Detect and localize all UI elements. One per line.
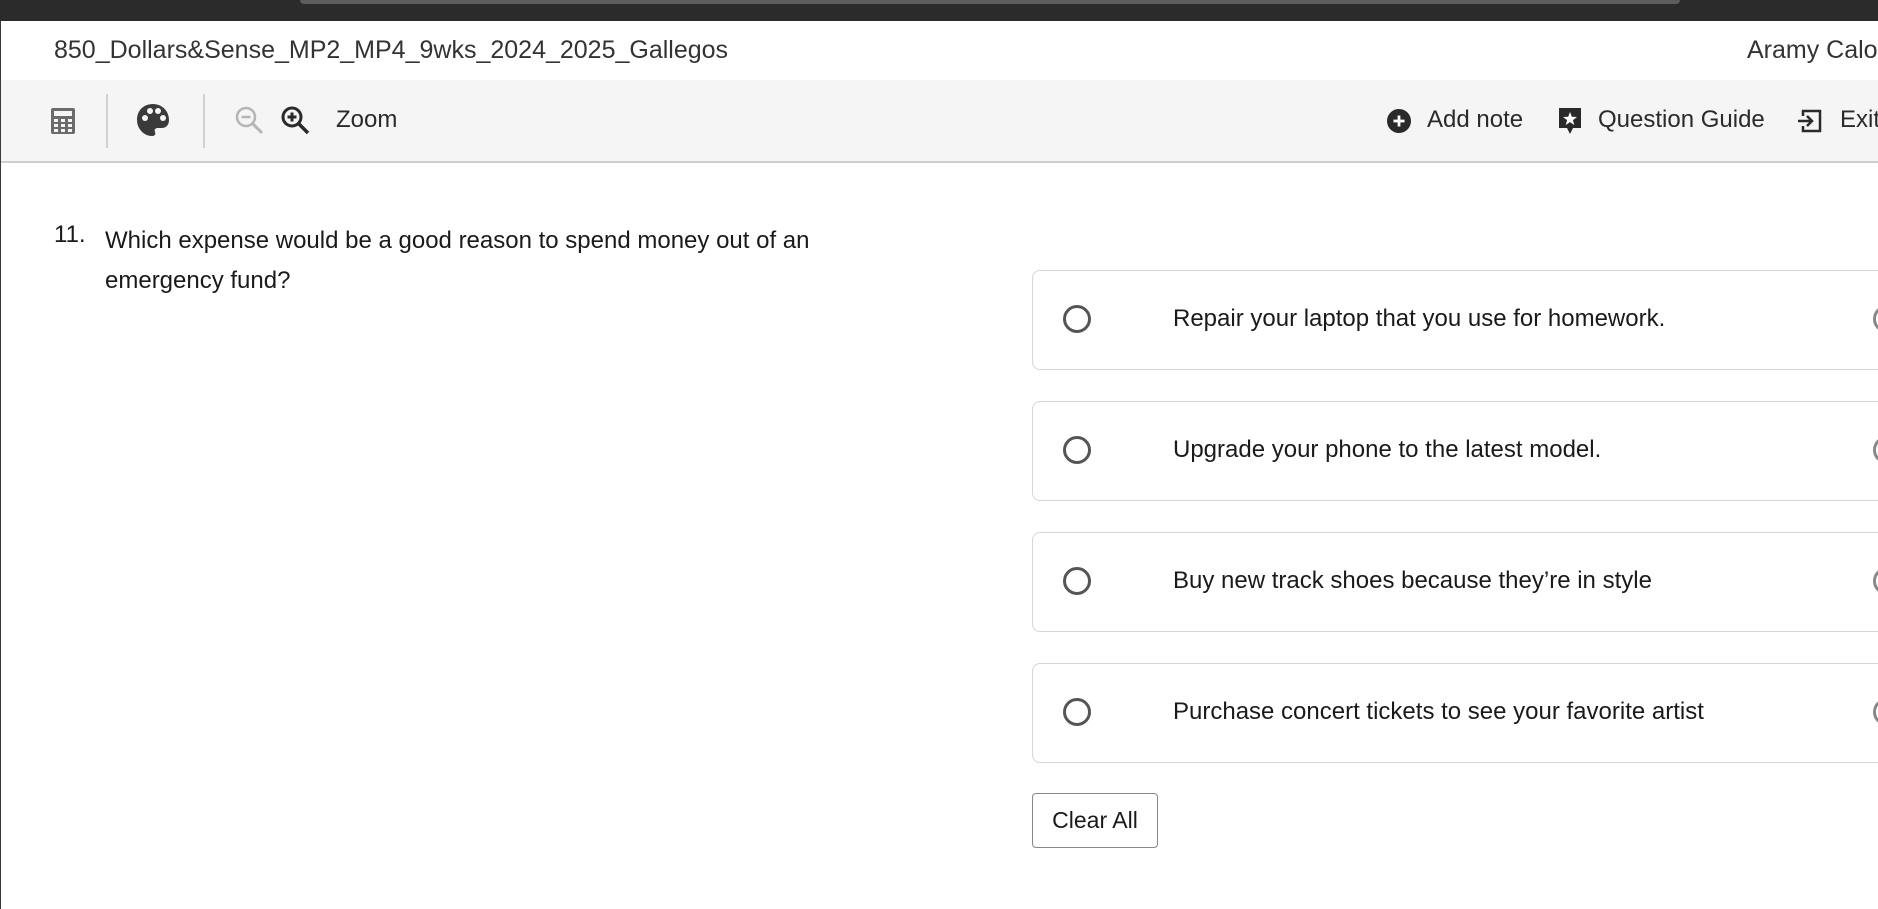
answer-option-d[interactable]: Purchase concert tickets to see your fav… [1032, 663, 1878, 763]
zoom-out-icon[interactable] [231, 102, 267, 138]
question-guide-button[interactable]: Question Guide [1598, 106, 1765, 134]
radio-button[interactable] [1063, 567, 1091, 595]
eliminate-toggle[interactable] [1873, 698, 1878, 726]
answer-option-b[interactable]: Upgrade your phone to the latest model. [1032, 401, 1878, 501]
toolbar: Zoom Add note Question Guide Exit [1, 80, 1878, 163]
palette-icon[interactable] [133, 100, 173, 140]
radio-button[interactable] [1063, 305, 1091, 333]
test-title: 850_Dollars&Sense_MP2_MP4_9wks_2024_2025… [54, 36, 729, 64]
zoom-label: Zoom [336, 106, 398, 133]
eliminate-toggle[interactable] [1873, 567, 1878, 595]
zoom-in-icon[interactable] [277, 102, 313, 138]
radio-button[interactable] [1063, 698, 1091, 726]
calculator-icon[interactable] [47, 105, 79, 137]
radio-button[interactable] [1063, 436, 1091, 464]
exit-button[interactable]: Exit [1840, 106, 1878, 134]
answer-option-c[interactable]: Buy new track shoes because they’re in s… [1032, 532, 1878, 632]
exit-icon[interactable] [1796, 107, 1824, 135]
question-guide-icon[interactable] [1556, 106, 1584, 136]
user-name: Aramy Calo [1747, 36, 1878, 64]
browser-tab-strip [300, 0, 1680, 4]
add-note-icon[interactable] [1385, 107, 1413, 135]
add-note-button[interactable]: Add note [1427, 106, 1523, 134]
answer-option-label: Repair your laptop that you use for home… [1173, 305, 1666, 332]
eliminate-toggle[interactable] [1873, 305, 1878, 333]
answer-option-a[interactable]: Repair your laptop that you use for home… [1032, 270, 1878, 370]
answer-option-label: Purchase concert tickets to see your fav… [1173, 698, 1704, 725]
clear-all-button[interactable]: Clear All [1032, 793, 1158, 848]
answer-option-label: Buy new track shoes because they’re in s… [1173, 567, 1652, 594]
answer-option-label: Upgrade your phone to the latest model. [1173, 436, 1602, 463]
browser-top-bar [0, 0, 1878, 21]
eliminate-toggle[interactable] [1873, 436, 1878, 464]
toolbar-divider [106, 94, 108, 148]
toolbar-divider [203, 94, 205, 148]
question-number: 11. [54, 221, 86, 248]
question-text: Which expense would be a good reason to … [105, 227, 810, 294]
